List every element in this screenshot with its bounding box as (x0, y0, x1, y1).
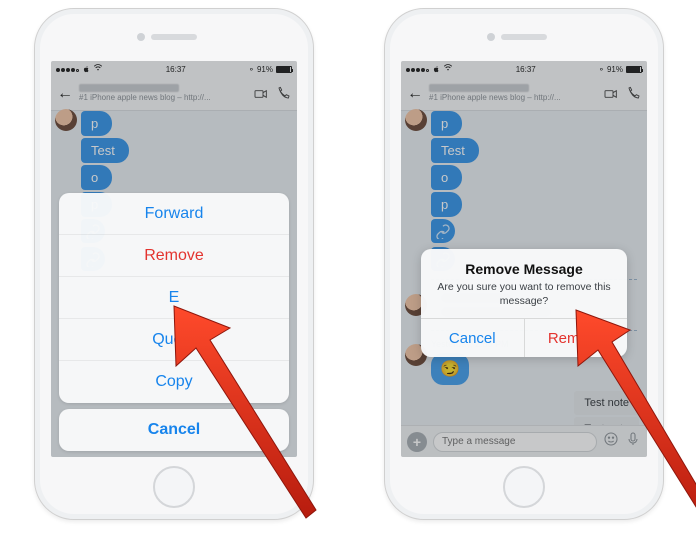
alert-title: Remove Message (437, 261, 611, 277)
sheet-copy[interactable]: Copy (59, 361, 289, 403)
action-sheet: Forward Remove E Quote Copy Cancel (59, 193, 289, 451)
phone-left: 16:37 ⚬ 91% ← #1 iPhone apple news blog … (34, 8, 314, 520)
earpiece (501, 34, 547, 40)
alert-body: Are you sure you want to remove this mes… (437, 281, 611, 308)
sheet-quote[interactable]: Quote (59, 319, 289, 361)
screen-right: 16:37 ⚬ 91% ← #1 iPhone apple news blog … (401, 61, 647, 457)
earpiece (151, 34, 197, 40)
sheet-forward[interactable]: Forward (59, 193, 289, 235)
remove-alert: Remove Message Are you sure you want to … (421, 249, 627, 357)
phone-right: 16:37 ⚬ 91% ← #1 iPhone apple news blog … (384, 8, 664, 520)
sheet-edit[interactable]: E (59, 277, 289, 319)
sheet-cancel[interactable]: Cancel (59, 409, 289, 451)
sheet-remove[interactable]: Remove (59, 235, 289, 277)
front-camera (487, 33, 495, 41)
home-button[interactable] (503, 466, 545, 508)
front-camera (137, 33, 145, 41)
home-button[interactable] (153, 466, 195, 508)
alert-remove[interactable]: Remove (524, 319, 628, 357)
screen-left: 16:37 ⚬ 91% ← #1 iPhone apple news blog … (51, 61, 297, 457)
alert-cancel[interactable]: Cancel (421, 319, 524, 357)
